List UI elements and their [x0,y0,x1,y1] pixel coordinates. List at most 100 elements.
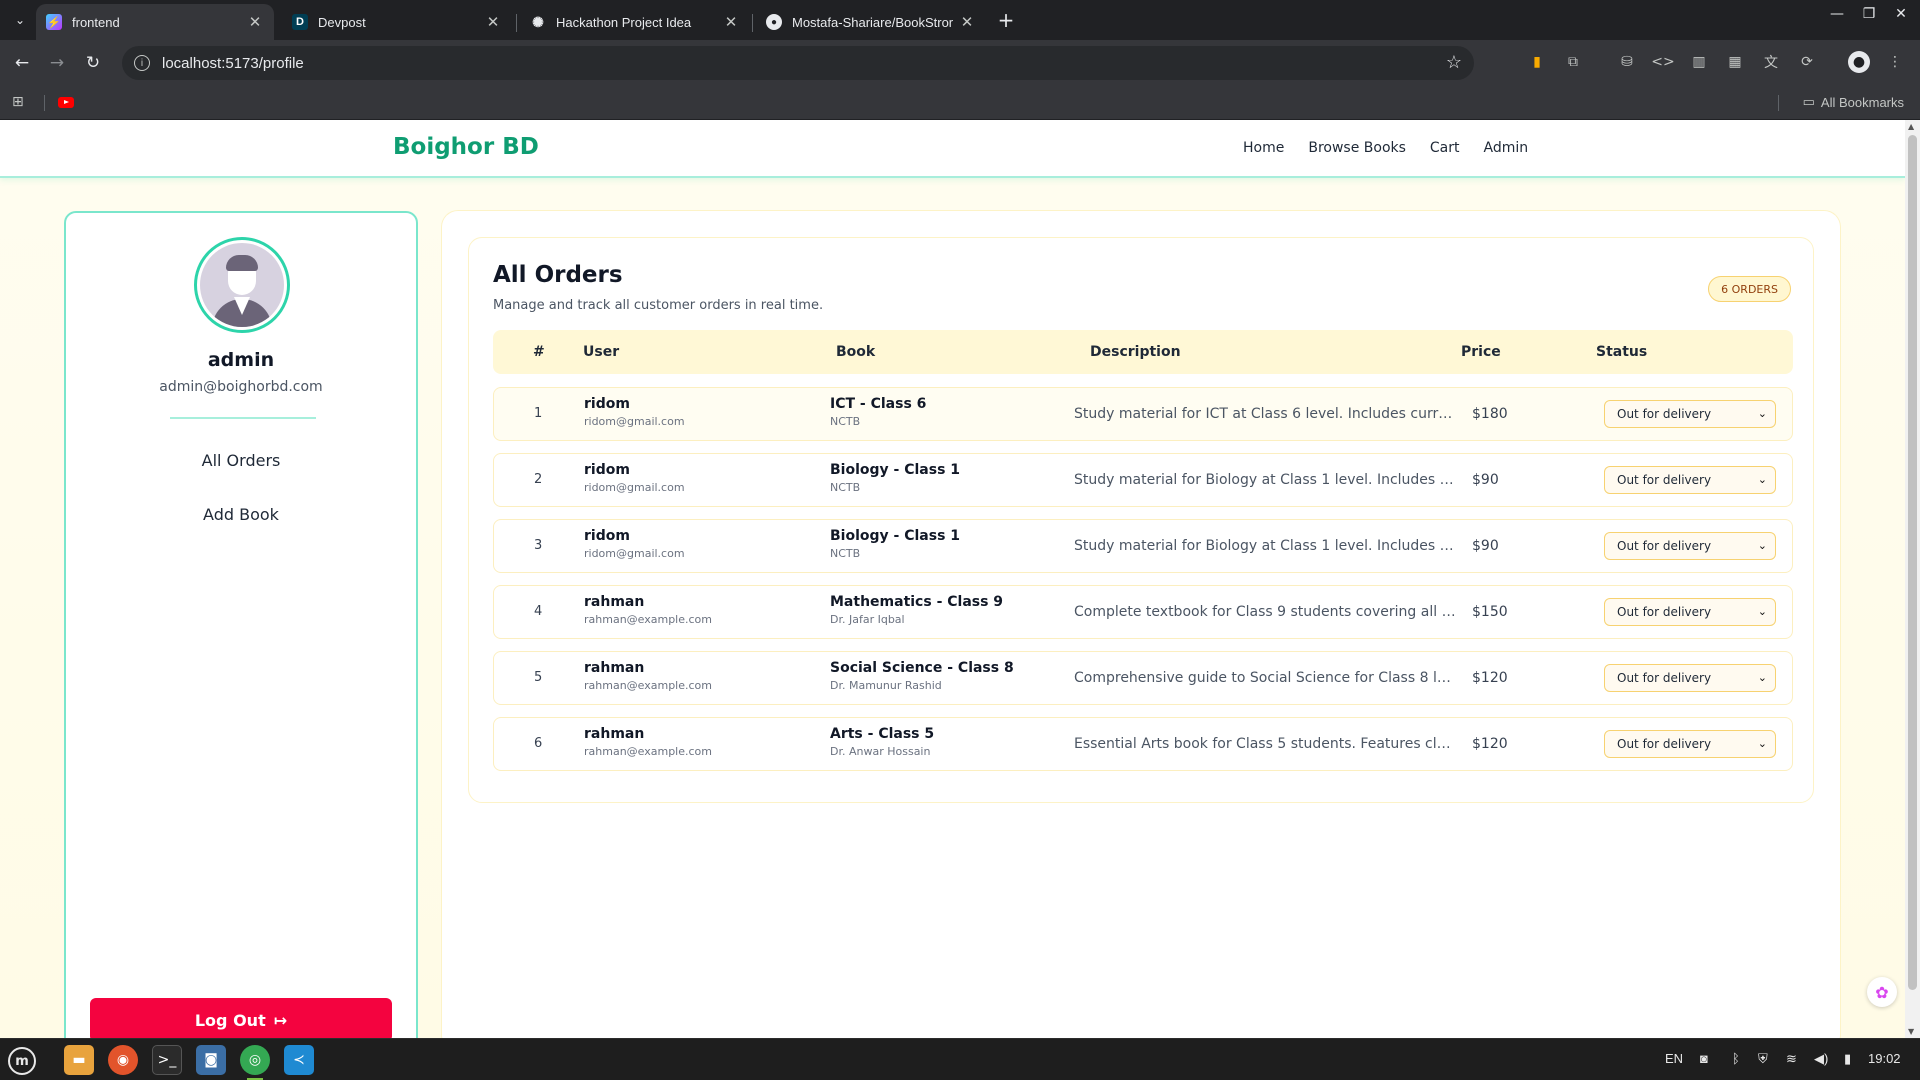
user-silhouette-icon [200,243,284,327]
keyboard-layout[interactable]: EN [1665,1051,1683,1066]
back-icon[interactable]: ← [9,50,35,76]
shield-icon[interactable]: ⛨ [1758,1051,1768,1067]
bookmark-divider [1778,95,1779,111]
maximize-icon[interactable]: ❐ [1854,6,1884,22]
wifi-icon[interactable]: ≋ [1786,1051,1797,1067]
logout-button[interactable]: Log Out ↦ [90,998,392,1038]
chrome-icon[interactable]: ◎ [240,1045,270,1080]
youtube-icon[interactable] [58,97,74,108]
chevron-down-icon: ⌄ [1757,473,1767,486]
order-user: ridom ridom@gmail.com [584,528,685,560]
avatar-hair [226,255,258,271]
status-select[interactable]: Out for delivery ⌄ [1604,532,1776,560]
status-value: Out for delivery [1617,473,1712,487]
logout-icon: ↦ [273,1010,288,1030]
nav-cart[interactable]: Cart [1430,140,1460,156]
menu-kebab-icon[interactable]: ⋮ [1884,51,1906,73]
tab-frontend[interactable]: ⚡ frontend ✕ [36,4,274,40]
status-value: Out for delivery [1617,605,1712,619]
order-user: ridom ridom@gmail.com [584,396,685,428]
brand-logo[interactable]: Boighor BD [393,134,539,160]
order-price: $150 [1472,604,1508,620]
performance-icon[interactable]: ⛁ [1616,51,1638,73]
book-author: NCTB [830,547,861,560]
scrollbar-thumb[interactable] [1908,135,1917,990]
user-email: ridom@gmail.com [584,481,685,494]
user-name: rahman [584,726,645,742]
order-description: Comprehensive guide to Social Science fo… [1074,670,1456,686]
mint-menu-icon[interactable]: m [8,1047,36,1075]
orders-card: All Orders Manage and track all customer… [468,237,1814,803]
sidebar-item-add-book[interactable]: Add Book [66,505,416,524]
terminal-icon[interactable]: >_ [152,1045,182,1075]
table-header: # User Book Description Price Status [493,330,1793,374]
close-window-icon[interactable]: ✕ [1886,6,1916,22]
bookmark-divider [44,95,45,111]
translate-icon[interactable]: 文 [1760,51,1782,73]
tab-search-icon[interactable]: ⌄ [8,8,32,32]
minimize-icon[interactable]: — [1822,6,1852,22]
devpost-icon: D [292,14,308,30]
reload-icon[interactable]: ↻ [80,50,106,76]
close-icon[interactable]: ✕ [958,13,976,31]
chevron-down-icon: ⌄ [1757,671,1767,684]
page-scrollbar[interactable]: ▲ ▼ [1905,120,1920,1038]
status-select[interactable]: Out for delivery ⌄ [1604,466,1776,494]
close-icon[interactable]: ✕ [722,13,740,31]
order-price: $180 [1472,406,1508,422]
tab-hackathon[interactable]: ✺ Hackathon Project Idea ✕ [520,4,750,40]
scroll-down-icon[interactable]: ▼ [1908,1027,1914,1036]
qr-code-icon[interactable]: ▦ [1724,51,1746,73]
user-name: rahman [584,594,645,610]
book-author: NCTB [830,415,861,428]
firefox-icon[interactable]: ◉ [108,1045,138,1075]
site-info-icon[interactable]: i [134,55,150,71]
nav-home[interactable]: Home [1243,140,1284,156]
order-book: Mathematics - Class 9 Dr. Jafar Iqbal [830,594,1003,626]
tab-github[interactable]: ● Mostafa-Shariare/BookStror ✕ [756,4,986,40]
apps-grid-icon[interactable]: ⊞ [12,94,24,110]
order-user: ridom ridom@gmail.com [584,462,685,494]
profile-avatar-icon[interactable]: ● [1848,51,1870,73]
user-email: rahman@example.com [584,679,712,692]
profile-sidebar: admin admin@boighorbd.com All Orders Add… [64,211,418,1038]
scroll-up-icon[interactable]: ▲ [1908,122,1914,131]
status-select[interactable]: Out for delivery ⌄ [1604,730,1776,758]
battery-icon[interactable]: ▮ [1844,1051,1851,1067]
clock[interactable]: 19:02 [1868,1051,1901,1066]
screenshot-icon[interactable]: ◙ [196,1045,226,1075]
bluetooth-icon[interactable]: ᛒ [1732,1051,1740,1066]
bookmark-star-icon[interactable]: ☆ [1446,52,1462,73]
extension-icon[interactable]: ▮ [1526,51,1548,73]
sidebar-item-all-orders[interactable]: All Orders [66,451,416,470]
reading-mode-icon[interactable]: ▥ [1688,51,1710,73]
table-row: 2 ridom ridom@gmail.com Biology - Class 1… [493,453,1793,507]
tab-title: frontend [72,14,120,30]
all-bookmarks-button[interactable]: ▭ All Bookmarks [1803,94,1904,110]
close-icon[interactable]: ✕ [246,13,264,31]
extensions-puzzle-icon[interactable]: ⧉ [1562,51,1584,73]
nav-browse-books[interactable]: Browse Books [1308,140,1406,156]
cast-icon[interactable]: ⟳ [1796,51,1818,73]
vscode-icon[interactable]: ≺ [284,1045,314,1075]
address-bar[interactable]: i localhost:5173/profile ☆ [122,46,1474,80]
devtools-icon[interactable]: <> [1651,51,1674,73]
tab-title: Hackathon Project Idea [556,14,692,30]
vite-icon: ⚡ [46,14,62,30]
openai-icon: ✺ [532,13,544,30]
order-user: rahman rahman@example.com [584,594,712,626]
status-select[interactable]: Out for delivery ⌄ [1604,400,1776,428]
new-tab-icon[interactable]: + [994,8,1018,32]
screenshot-tray-icon[interactable]: ◙ [1700,1051,1708,1066]
tab-devpost[interactable]: D Devpost ✕ [282,4,512,40]
order-description: Complete textbook for Class 9 students c… [1074,604,1456,620]
status-select[interactable]: Out for delivery ⌄ [1604,598,1776,626]
nav-admin[interactable]: Admin [1484,140,1529,156]
files-icon[interactable]: ▬ [64,1045,94,1075]
close-icon[interactable]: ✕ [484,13,502,31]
assistant-brain-icon[interactable]: ✿ [1867,977,1897,1007]
status-select[interactable]: Out for delivery ⌄ [1604,664,1776,692]
page-viewport: Boighor BD Home Browse Books Cart Admin … [0,120,1920,1038]
forward-icon[interactable]: → [44,50,70,76]
volume-icon[interactable]: ◀) [1814,1051,1828,1067]
